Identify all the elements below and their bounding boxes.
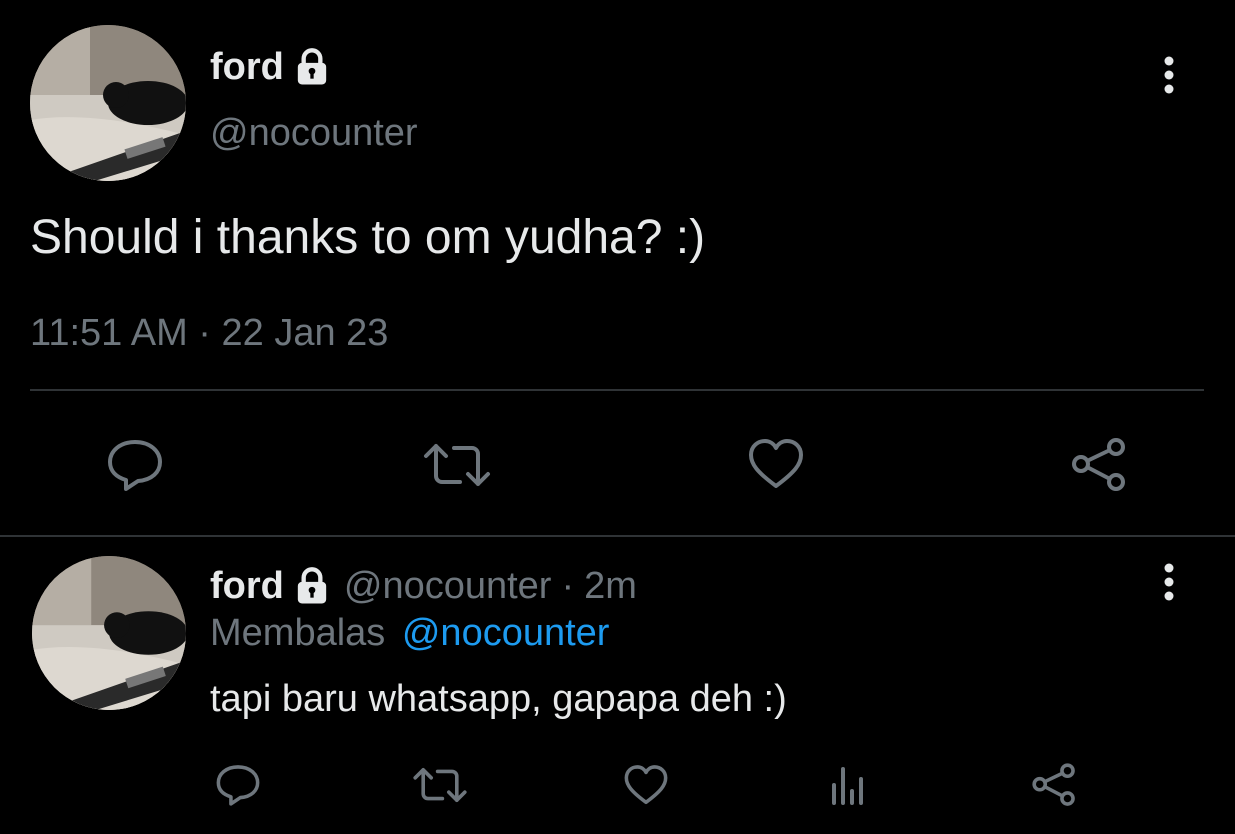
- more-options-icon[interactable]: [1162, 56, 1176, 96]
- reply-icon[interactable]: [106, 437, 164, 493]
- display-name[interactable]: ford: [210, 565, 284, 608]
- relative-time[interactable]: 2m: [584, 565, 637, 608]
- lock-icon: [292, 566, 332, 606]
- separator: ·: [561, 564, 575, 607]
- analytics-icon[interactable]: [828, 763, 870, 805]
- like-icon[interactable]: [623, 763, 669, 807]
- like-icon[interactable]: [747, 436, 805, 492]
- tweet-text: Should i thanks to om yudha? :): [30, 211, 706, 264]
- avatar[interactable]: [32, 556, 186, 710]
- share-icon[interactable]: [1069, 436, 1129, 494]
- retweet-icon[interactable]: [412, 765, 468, 805]
- more-options-icon[interactable]: [1162, 563, 1176, 603]
- retweet-icon[interactable]: [422, 440, 492, 490]
- replying-label: Membalas: [210, 612, 386, 654]
- timestamp[interactable]: 11:51 AM · 22 Jan 23: [30, 312, 388, 355]
- display-name[interactable]: ford: [210, 46, 284, 89]
- lock-icon: [292, 47, 332, 87]
- reply-icon[interactable]: [215, 763, 261, 807]
- divider: [0, 535, 1235, 537]
- handle[interactable]: @nocounter: [210, 112, 418, 155]
- handle[interactable]: @nocounter: [344, 565, 552, 608]
- avatar[interactable]: [30, 25, 186, 181]
- share-icon[interactable]: [1030, 762, 1078, 808]
- tweet-text: tapi baru whatsapp, gapapa deh :): [210, 678, 787, 720]
- replying-to-link[interactable]: @nocounter: [402, 612, 610, 654]
- divider: [30, 389, 1204, 391]
